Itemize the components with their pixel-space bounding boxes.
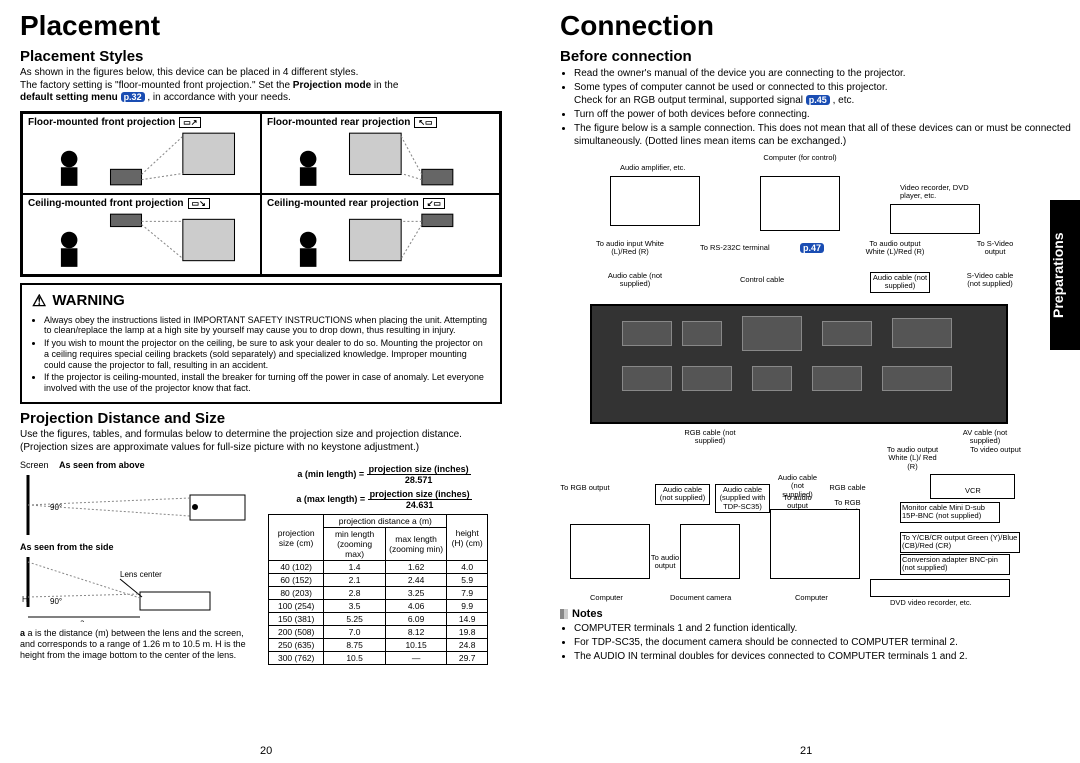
page-title-left: Placement	[20, 10, 500, 42]
diagram-as-seen-above: 90°	[20, 470, 260, 540]
page-number-left: 20	[260, 745, 272, 757]
table-row: 40 (102)1.41.624.0	[269, 561, 488, 574]
page-number-right: 21	[800, 745, 812, 757]
left-page: Placement Placement Styles As shown in t…	[0, 0, 520, 763]
section-placement-styles: Placement Styles	[20, 48, 500, 65]
proj-diagrams-col: Screen As seen from above 90° As seen fr…	[20, 460, 260, 665]
warning-item: Always obey the instructions listed in I…	[44, 315, 490, 337]
distance-table: projection size (cm) projection distance…	[268, 514, 488, 665]
table-row: 200 (508)7.08.1219.8	[269, 626, 488, 639]
diagram-floor-front	[28, 128, 255, 190]
device-computer-1	[570, 524, 650, 579]
svg-text:90°: 90°	[50, 597, 62, 606]
connection-diagram: Audio amplifier, etc. Computer (for cont…	[560, 154, 1038, 604]
notes-list: COMPUTER terminals 1 and 2 function iden…	[574, 622, 1080, 663]
projector-back-panel	[590, 304, 1008, 424]
table-row: 80 (203)2.83.257.9	[269, 587, 488, 600]
diagram-ceiling-front	[28, 209, 255, 271]
table-row: 100 (254)3.54.069.9	[269, 600, 488, 613]
warning-list: Always obey the instructions listed in I…	[44, 315, 490, 395]
notes-marker-icon	[560, 609, 568, 619]
diagram-ceiling-rear	[267, 209, 494, 271]
proj-intro: Use the figures, tables, and formulas be…	[20, 429, 500, 454]
warning-item: If you wish to mount the projector on th…	[44, 338, 490, 370]
proj-footnote: a a is the distance (m) between the lens…	[20, 628, 260, 660]
formula-min: a (min length) = projection size (inches…	[268, 464, 500, 485]
before-connection-list: Read the owner's manual of the device yo…	[574, 67, 1080, 148]
style-ceiling-rear: Ceiling-mounted rear projection↙▭	[261, 194, 500, 275]
style-floor-rear: Floor-mounted rear projection↖▭	[261, 113, 500, 194]
table-row: 300 (762)10.5—29.7	[269, 652, 488, 665]
page-title-right: Connection	[560, 10, 1080, 42]
style-icon-cr: ↙▭	[423, 198, 445, 209]
right-page: Connection Before connection Read the ow…	[540, 0, 1080, 763]
device-computer-2	[770, 509, 860, 579]
ref-p32: p.32	[121, 92, 145, 102]
warning-item: If the projector is ceiling-mounted, ins…	[44, 372, 490, 394]
device-doc-camera	[680, 524, 740, 579]
diagram-floor-rear	[267, 128, 494, 190]
table-row: 150 (381)5.256.0914.9	[269, 613, 488, 626]
table-row: 60 (152)2.12.445.9	[269, 574, 488, 587]
ref-p47: p.47	[800, 243, 824, 253]
svg-text:Lens center: Lens center	[120, 570, 162, 579]
section-projection-distance: Projection Distance and Size	[20, 410, 500, 427]
device-audio-amp	[610, 176, 700, 226]
style-icon-cf: ▭↘	[188, 198, 210, 209]
device-computer-control	[760, 176, 840, 231]
proj-formulas-col: a (min length) = projection size (inches…	[268, 460, 500, 665]
warning-box: ⚠WARNING Always obey the instructions li…	[20, 283, 502, 405]
formula-max: a (max length) = projection size (inches…	[268, 489, 500, 510]
placement-styles-grid: Floor-mounted front projection▭↗ Floor-m…	[20, 111, 502, 277]
style-icon-fr: ↖▭	[414, 117, 436, 128]
diagram-as-seen-side: Lens center H 90° a	[20, 552, 260, 622]
warning-icon: ⚠	[32, 291, 46, 311]
side-tab-preparations: Preparations	[1050, 200, 1080, 350]
style-icon-ff: ▭↗	[179, 117, 201, 128]
table-row: 250 (635)8.7510.1524.8	[269, 639, 488, 652]
section-before-connection: Before connection	[560, 48, 1080, 65]
style-ceiling-front: Ceiling-mounted front projection▭↘	[22, 194, 261, 275]
style-floor-front: Floor-mounted front projection▭↗	[22, 113, 261, 194]
svg-text:a: a	[80, 618, 85, 622]
svg-text:H: H	[22, 595, 28, 604]
device-video-recorder	[890, 204, 980, 234]
ref-p45: p.45	[806, 95, 830, 105]
styles-intro: As shown in the figures below, this devi…	[20, 67, 500, 105]
device-dvd	[870, 579, 1010, 597]
svg-text:90°: 90°	[50, 503, 62, 512]
notes-heading: Notes	[560, 608, 1080, 620]
